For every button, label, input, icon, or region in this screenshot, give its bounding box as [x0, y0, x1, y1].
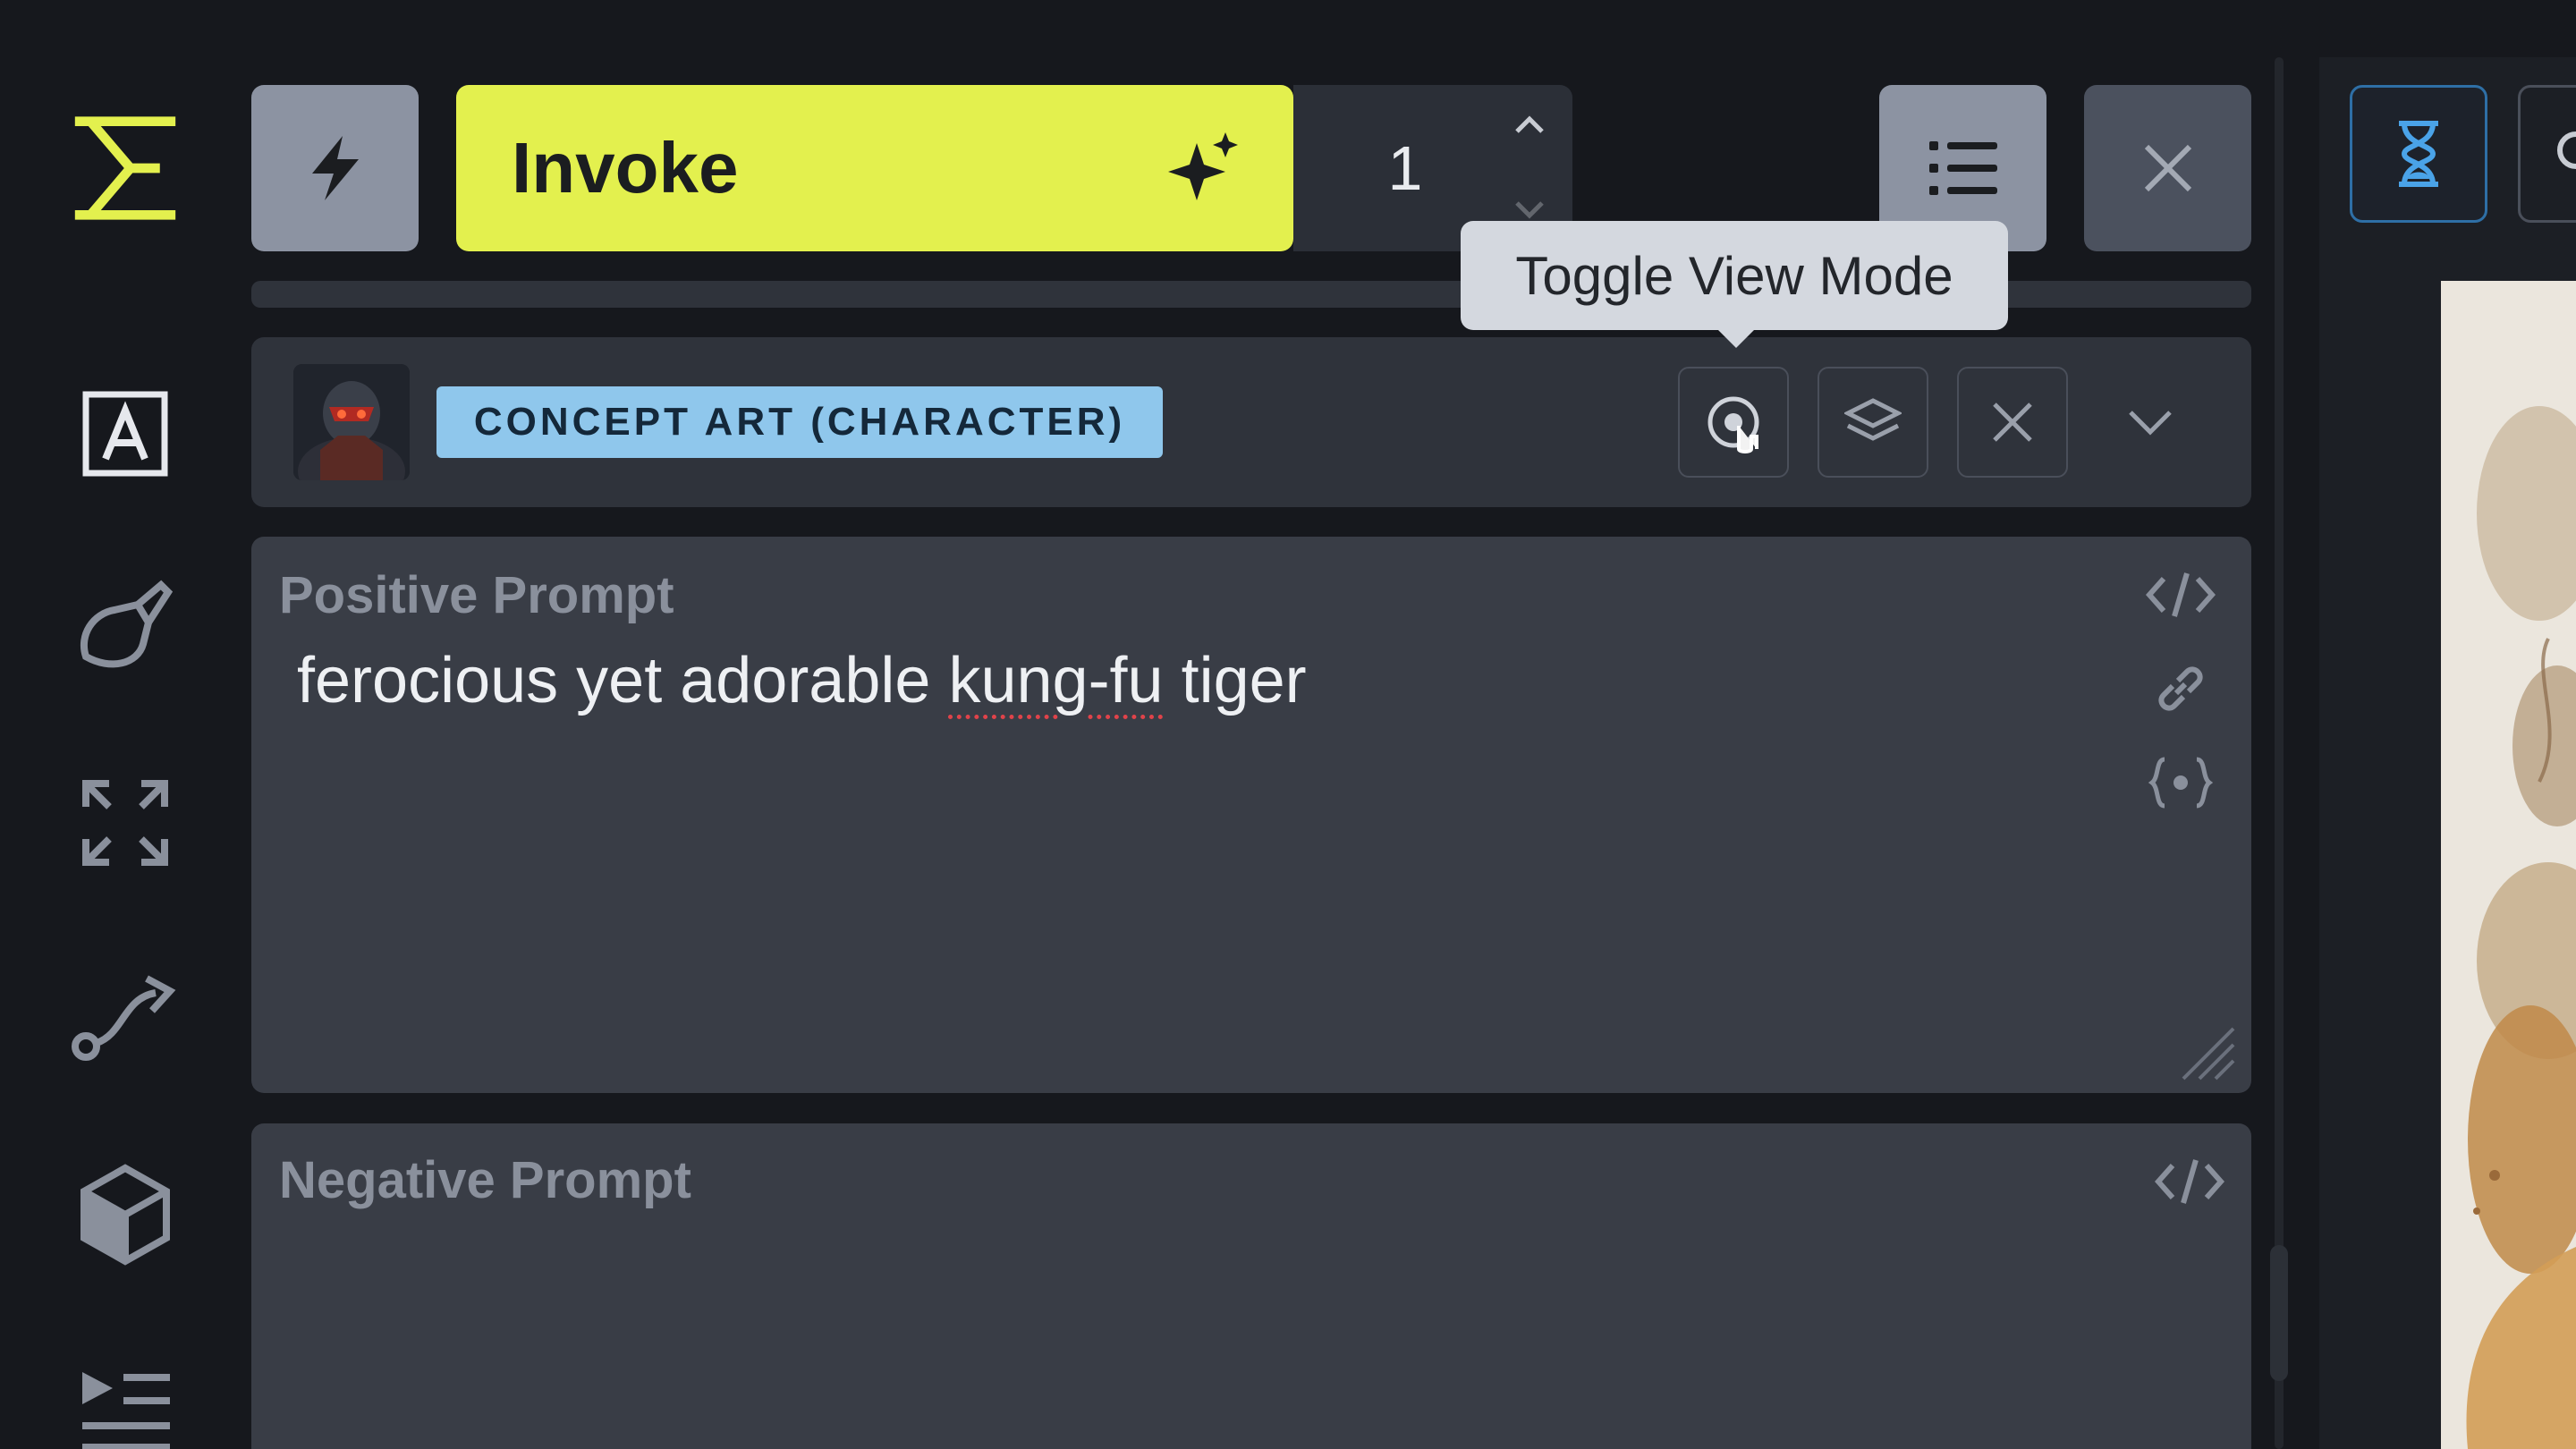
- search-icon: [2557, 131, 2576, 169]
- gallery-image[interactable]: [2441, 281, 2576, 1449]
- positive-prompt-panel[interactable]: Positive Prompt ferocious yet adorable k…: [251, 537, 2251, 1093]
- layers-icon: [1844, 398, 1902, 441]
- toggle-view-mode-button[interactable]: [1678, 367, 1789, 478]
- chevron-down-icon[interactable]: [1513, 199, 1546, 219]
- view-mode-icon: [1707, 396, 1759, 453]
- upscale-icon[interactable]: [70, 767, 181, 878]
- canvas-brush-icon[interactable]: [70, 572, 181, 683]
- negative-prompt-label: Negative Prompt: [279, 1151, 691, 1209]
- layers-button[interactable]: [1818, 367, 1928, 478]
- expand-preset-button[interactable]: [2095, 367, 2206, 478]
- resize-handle-icon[interactable]: [2174, 1020, 2237, 1082]
- invoke-options-button[interactable]: [251, 85, 419, 251]
- clear-preset-button[interactable]: [1957, 367, 2068, 478]
- queue-icon[interactable]: [70, 1342, 181, 1449]
- positive-prompt-label: Positive Prompt: [279, 566, 674, 624]
- invoke-button[interactable]: Invoke: [456, 85, 1293, 251]
- cancel-button[interactable]: [2084, 85, 2251, 251]
- tooltip: Toggle View Mode: [1461, 221, 2008, 330]
- negative-prompt-panel[interactable]: Negative Prompt: [251, 1123, 2251, 1449]
- list-icon: [1928, 141, 1997, 195]
- tooltip-arrow: [1716, 328, 1756, 348]
- chevron-down-icon: [2129, 411, 2172, 436]
- hourglass-icon: [2399, 121, 2438, 187]
- close-icon: [1993, 402, 2032, 442]
- workflow-icon[interactable]: [70, 962, 181, 1073]
- invoke-logo-icon[interactable]: [70, 113, 181, 224]
- misspelled-word[interactable]: kung-fu: [948, 645, 1163, 716]
- lightning-icon: [311, 136, 359, 200]
- model-cube-icon[interactable]: [70, 1159, 181, 1270]
- chevron-up-icon[interactable]: [1513, 115, 1546, 135]
- invoke-label: Invoke: [512, 128, 739, 208]
- code-icon[interactable]: [2149, 1141, 2230, 1222]
- positive-prompt-input[interactable]: ferocious yet adorable kung-fu tiger: [297, 644, 1307, 717]
- style-preset-thumbnail: [293, 364, 410, 480]
- panel-divider[interactable]: [2275, 57, 2284, 1449]
- style-preset-name: CONCEPT ART (CHARACTER): [436, 386, 1163, 458]
- dynamic-prompt-icon[interactable]: [2140, 742, 2221, 823]
- sparkles-icon: [1168, 132, 1238, 200]
- gallery-search-button[interactable]: [2518, 85, 2576, 223]
- panel-resize-handle[interactable]: [2270, 1245, 2288, 1381]
- code-icon[interactable]: [2140, 555, 2221, 635]
- link-icon[interactable]: [2140, 648, 2221, 729]
- close-icon: [2144, 144, 2191, 192]
- queue-tab-button[interactable]: [2350, 85, 2487, 223]
- text-to-image-icon[interactable]: [70, 378, 181, 489]
